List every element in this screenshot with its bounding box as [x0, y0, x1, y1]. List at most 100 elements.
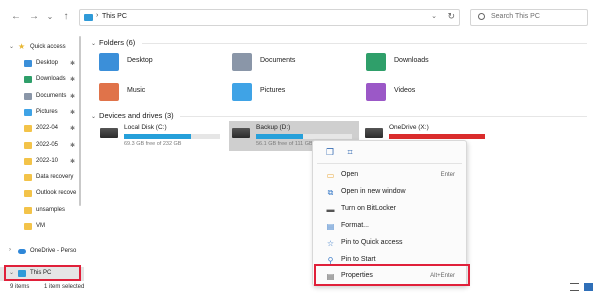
menu-item-icon: ⧉: [327, 188, 334, 197]
drive-free-space: 69.3 GB free of 232 GB: [124, 141, 182, 147]
sidebar-item-label: 2022-10: [36, 157, 59, 164]
drives-group-header[interactable]: ⌄ Devices and drives (3): [91, 111, 174, 120]
search-box[interactable]: Search This PC: [470, 9, 588, 26]
folder-downloads-icon: [366, 53, 386, 71]
search-placeholder: Search This PC: [491, 13, 540, 20]
sidebar-item-pictures[interactable]: Pictures ✱: [0, 106, 84, 120]
sidebar-item-label: VM: [36, 223, 45, 229]
recent-dropdown-icon[interactable]: ⌄: [44, 11, 56, 23]
sidebar-item-outlook-recove[interactable]: Outlook recove: [0, 187, 84, 201]
menu-item-label: Open: [341, 171, 359, 178]
sidebar-item-2022-04[interactable]: 2022-04 ✱: [0, 122, 84, 136]
drive-name: Backup (D:): [256, 124, 291, 131]
drive-name: Local Disk (C:): [124, 124, 167, 131]
hard-drive-icon: [365, 128, 383, 138]
folder-videos-icon: [366, 83, 386, 101]
pin-icon[interactable]: ✱: [70, 93, 75, 100]
menu-item-format[interactable]: ▤ Format...: [313, 218, 468, 235]
folder-icon: [24, 141, 32, 149]
chevron-right-icon[interactable]: ›: [9, 247, 11, 253]
sidebar-item-documents[interactable]: Documents ✱: [0, 90, 84, 104]
pin-icon[interactable]: ✱: [70, 60, 75, 67]
sidebar-quick-access[interactable]: ⌄ ★ Quick access: [0, 41, 84, 55]
selection-count: 1 item selected: [44, 284, 85, 290]
sidebar-item-data-recovery[interactable]: Data recovery: [0, 171, 84, 185]
sidebar-item-onedrive[interactable]: › OneDrive - Perso: [0, 245, 84, 259]
sidebar-item-downloads[interactable]: Downloads ✱: [0, 73, 84, 87]
folder-tile-videos[interactable]: Videos: [366, 82, 486, 106]
sidebar-item-2022-05[interactable]: 2022-05 ✱: [0, 139, 84, 153]
sidebar-item-2022-10[interactable]: 2022-10 ✱: [0, 155, 84, 169]
forward-arrow-icon[interactable]: →: [28, 11, 40, 23]
refresh-icon[interactable]: ↻: [447, 11, 455, 22]
divider: [142, 43, 587, 44]
sidebar-item-label: Pictures: [36, 108, 58, 115]
folder-icon: [24, 125, 32, 133]
folder-icon: [24, 174, 32, 182]
menu-item-open-in-new-window[interactable]: ⧉ Open in new window: [313, 184, 468, 201]
rename-icon[interactable]: ⌗: [345, 147, 355, 157]
folder-name: Documents: [260, 57, 296, 64]
sidebar-item-label: Documents: [36, 92, 67, 99]
folder-icon: [24, 223, 32, 230]
folder-icon: [24, 60, 32, 67]
sidebar-item-label: Outlook recove: [36, 190, 77, 197]
pin-icon[interactable]: ✱: [70, 125, 75, 132]
address-bar[interactable]: › This PC ⌄ ↻: [79, 9, 460, 26]
breadcrumb-location[interactable]: This PC: [102, 13, 127, 20]
details-view-icon[interactable]: [570, 283, 579, 291]
up-arrow-icon[interactable]: ↑: [60, 11, 72, 23]
sidebar-item-vm[interactable]: VM: [0, 220, 84, 234]
sidebar-item-label: OneDrive - Perso: [30, 248, 77, 254]
menu-item-icon: ☆: [326, 239, 335, 248]
menu-item-label: Open in new window: [341, 188, 406, 195]
sidebar-item-label: Data recovery: [36, 174, 74, 181]
menu-item-open[interactable]: ▭ Open Enter: [313, 167, 468, 184]
search-icon: [478, 13, 485, 20]
drive-usage-bar: [124, 134, 220, 139]
drive-usage-fill: [124, 134, 192, 139]
drive-name: OneDrive (X:): [389, 124, 429, 131]
sidebar-item-unsamples[interactable]: unsamples: [0, 204, 84, 218]
context-menu-quick-actions: ❐ ⌗: [313, 141, 468, 163]
folder-name: Music: [127, 87, 146, 94]
menu-item-icon: ▤: [326, 222, 335, 231]
folder-tile-downloads[interactable]: Downloads: [366, 52, 486, 76]
pin-icon[interactable]: ✱: [70, 142, 75, 149]
drive-usage-fill: [389, 134, 485, 139]
star-icon: ★: [18, 42, 26, 51]
menu-item-pin-to-quick-access[interactable]: ☆ Pin to Quick access: [313, 235, 468, 252]
folder-name: Downloads: [394, 57, 429, 64]
menu-item-label: Turn on BitLocker: [341, 205, 396, 212]
pin-icon[interactable]: ✱: [70, 109, 75, 116]
cloud-icon: [18, 249, 26, 254]
copy-icon[interactable]: ❐: [325, 147, 335, 157]
hard-drive-icon: [232, 128, 250, 138]
drive-tile-0[interactable]: Local Disk (C:) 69.3 GB free of 232 GB: [97, 121, 227, 151]
highlight-box-this-pc: [4, 265, 81, 281]
back-arrow-icon[interactable]: ←: [10, 11, 22, 23]
large-icons-view-icon[interactable]: [584, 283, 593, 291]
menu-item-icon: ▬: [326, 205, 335, 214]
chevron-down-icon[interactable]: ⌄: [91, 113, 96, 120]
sidebar-item-label: Quick access: [30, 44, 66, 50]
sidebar-item-label: 2022-04: [36, 125, 59, 132]
address-dropdown-icon[interactable]: ⌄: [431, 12, 437, 20]
chevron-down-icon[interactable]: ⌄: [91, 40, 96, 47]
folders-group-header[interactable]: ⌄ Folders (6): [91, 38, 135, 47]
folder-desktop-icon: [99, 53, 119, 71]
menu-item-turn-on-bitlocker[interactable]: ▬ Turn on BitLocker: [313, 201, 468, 218]
chevron-down-icon[interactable]: ⌄: [9, 43, 14, 50]
folder-icon: [24, 190, 32, 198]
menu-item-icon: ▭: [326, 171, 335, 180]
sidebar-scrollbar[interactable]: [79, 36, 81, 206]
sidebar-item-label: 2022-05: [36, 141, 59, 148]
folder-tile-desktop[interactable]: Desktop: [99, 52, 219, 76]
folder-tile-music[interactable]: Music: [99, 82, 219, 106]
folder-tile-documents[interactable]: Documents: [232, 52, 352, 76]
pin-icon[interactable]: ✱: [70, 76, 75, 83]
folder-tile-pictures[interactable]: Pictures: [232, 82, 352, 106]
pin-icon[interactable]: ✱: [70, 158, 75, 165]
sidebar-item-desktop[interactable]: Desktop ✱: [0, 57, 84, 71]
menu-item-label: Pin to Start: [341, 256, 376, 263]
